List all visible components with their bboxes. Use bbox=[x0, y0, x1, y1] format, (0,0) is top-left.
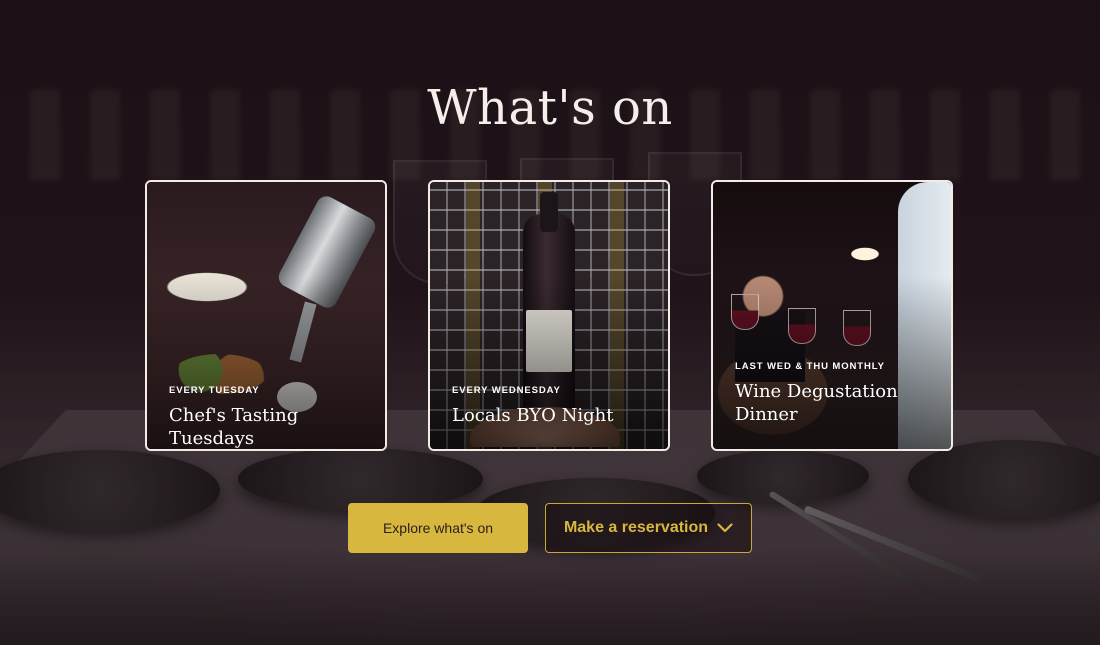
event-frequency: LAST WED & THU MONTHLY bbox=[735, 361, 885, 372]
event-name: Wine Degustation Dinner bbox=[735, 381, 898, 425]
explore-button-label: Explore what's on bbox=[382, 520, 494, 536]
event-name: Chef's Tasting Tuesdays bbox=[169, 405, 299, 449]
event-card-wine-degustation-dinner[interactable]: LAST WED & THU MONTHLY Wine Degustation … bbox=[711, 180, 953, 451]
make-reservation-button[interactable]: Make a reservation bbox=[545, 503, 752, 553]
event-frequency: EVERY WEDNESDAY bbox=[452, 385, 561, 396]
event-frequency: EVERY TUESDAY bbox=[169, 385, 260, 396]
event-name: Locals BYO Night bbox=[452, 405, 614, 426]
explore-whats-on-button[interactable]: Explore what's on bbox=[348, 503, 528, 553]
event-card-chefs-tasting-tuesdays[interactable]: EVERY TUESDAY Chef's Tasting Tuesdays bbox=[145, 180, 387, 451]
reservation-button-label: Make a reservation bbox=[563, 519, 709, 536]
section-title: What's on bbox=[427, 80, 673, 136]
chevron-down-icon bbox=[717, 523, 733, 533]
event-card-locals-byo-night[interactable]: EVERY WEDNESDAY Locals BYO Night bbox=[428, 180, 670, 451]
